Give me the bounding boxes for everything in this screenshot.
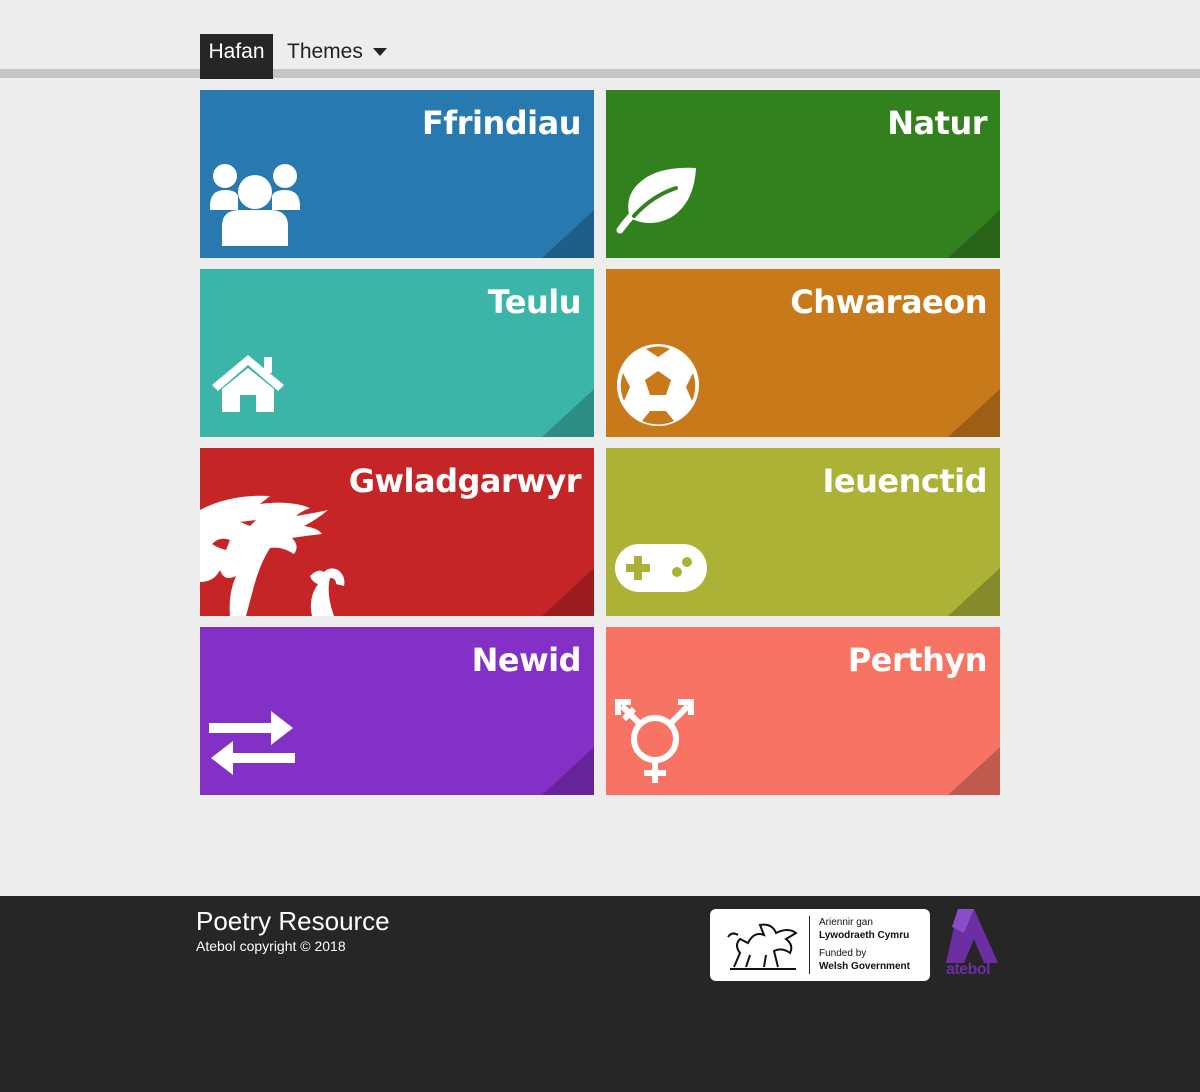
tile-teulu[interactable]: Teulu: [200, 269, 594, 437]
footer: Poetry Resource Atebol copyright © 2018 …: [0, 896, 1200, 1092]
tile-corner-fold: [948, 568, 1000, 616]
tile-corner-fold: [948, 747, 1000, 795]
nav-home-link[interactable]: Hafan: [200, 34, 273, 79]
transgender-symbol-icon: [615, 699, 694, 783]
welsh-dragon-icon: [200, 495, 345, 616]
footer-copyright: Atebol copyright © 2018: [196, 938, 346, 954]
tile-perthyn[interactable]: Perthyn: [606, 627, 1000, 795]
tile-ffrindiau[interactable]: Ffrindiau: [200, 90, 594, 258]
welsh-dragon-logo-icon: [727, 923, 798, 970]
caret-down-icon: [372, 47, 387, 56]
tile-title: Chwaraeon: [790, 283, 987, 321]
welsh-gov-line1: Ariennir gan: [819, 917, 873, 928]
tile-title: Natur: [887, 104, 987, 142]
tile-corner-fold: [542, 210, 594, 258]
atebol-logo-text: atebol: [945, 961, 991, 978]
welsh-gov-line3: Funded by: [819, 948, 867, 959]
tile-newid[interactable]: Newid: [200, 627, 594, 795]
tile-ieuenctid[interactable]: Ieuenctid: [606, 448, 1000, 616]
exchange-arrows-icon: [209, 711, 295, 775]
home-icon: [212, 355, 284, 412]
tile-corner-fold: [948, 389, 1000, 437]
soccer-ball-icon: [617, 344, 699, 426]
users-icon: [210, 164, 300, 246]
tile-corner-fold: [542, 747, 594, 795]
welsh-government-logo[interactable]: Ariennir gan Lywodraeth Cymru Funded by …: [710, 909, 930, 981]
tile-natur[interactable]: Natur: [606, 90, 1000, 258]
atebol-a-icon: [946, 909, 998, 963]
atebol-logo[interactable]: atebol: [938, 909, 998, 981]
tile-corner-fold: [542, 389, 594, 437]
welsh-gov-line2: Lywodraeth Cymru: [819, 930, 910, 941]
footer-title: Poetry Resource: [196, 906, 390, 936]
nav-underline-bar: [0, 69, 1200, 78]
tile-corner-fold: [542, 568, 594, 616]
tile-title: Teulu: [487, 283, 582, 321]
tile-title: Perthyn: [847, 641, 988, 679]
tile-title: Ieuenctid: [822, 462, 987, 500]
tile-chwaraeon[interactable]: Chwaraeon: [606, 269, 1000, 437]
nav-themes-label: Themes: [287, 40, 363, 63]
tile-title: Newid: [471, 641, 582, 679]
gamepad-icon: [615, 544, 707, 592]
tile-title: Ffrindiau: [421, 104, 582, 142]
tile-corner-fold: [948, 210, 1000, 258]
welsh-gov-line4: Welsh Government: [819, 961, 910, 972]
tile-gwladgarwyr[interactable]: Gwladgarwyr: [200, 448, 594, 616]
logo-divider: [809, 916, 810, 974]
nav-themes-dropdown[interactable]: Themes: [287, 34, 387, 69]
leaf-icon: [616, 167, 696, 234]
top-nav: Hafan Themes: [0, 0, 1200, 79]
tile-title: Gwladgarwyr: [348, 462, 582, 500]
